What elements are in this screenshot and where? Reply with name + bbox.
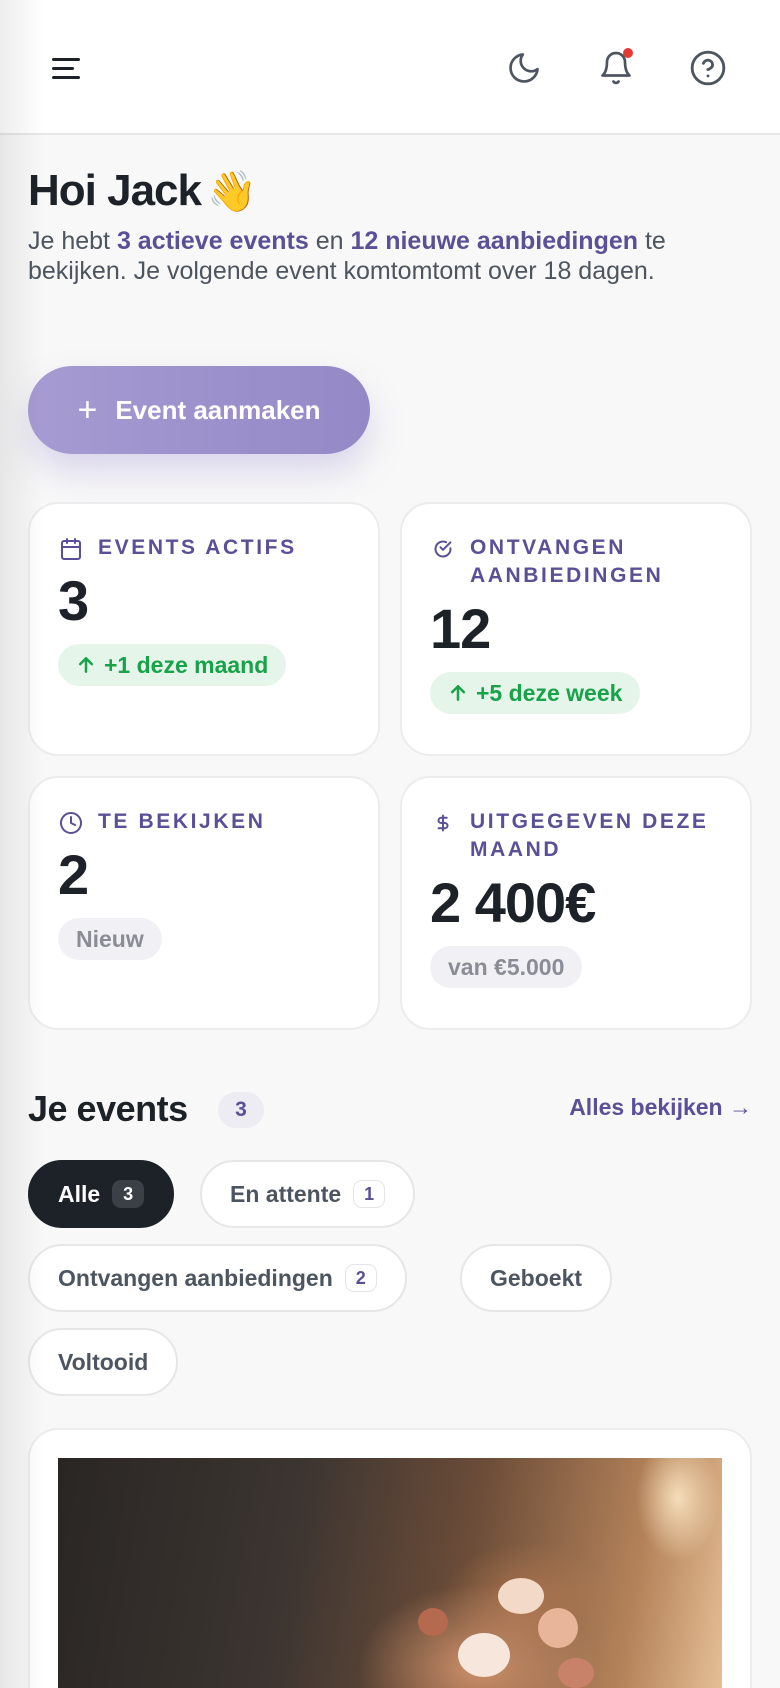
stat-card-to-review: TE BEKIJKEN 2 Nieuw [28,776,380,1030]
filter-label: Voltooid [58,1348,149,1375]
clock-icon [58,808,84,838]
moon-icon[interactable] [502,46,546,90]
create-event-label: Event aanmaken [115,394,321,425]
help-circle-icon[interactable] [686,46,730,90]
stat-badge-text: Nieuw [76,925,144,952]
filter-chip-all[interactable]: Alle 3 [28,1160,175,1228]
stat-badge-text: van €5.000 [448,953,565,980]
subtitle-text: en [308,227,351,255]
filter-chip-completed[interactable]: Voltooid [28,1328,179,1396]
create-event-button[interactable]: + Event aanmaken [28,366,370,454]
plus-icon: + [77,391,98,429]
subtitle-text: Je hebt [28,227,117,255]
events-section-title: Je events [28,1088,188,1129]
event-photo [58,1458,722,1688]
check-circle-icon [430,534,456,564]
top-bar [0,0,780,135]
stat-badge-text: +5 deze week [476,679,623,706]
stat-label: ONTVANGEN AANBIEDINGEN [470,536,664,587]
stat-card-offers-received: ONTVANGEN AANBIEDINGEN 12 +5 deze week [400,502,752,756]
stat-badge: Nieuw [58,918,162,960]
stat-value: 2 [58,843,89,906]
notification-dot [623,48,633,58]
events-count-badge: 3 [218,1092,264,1128]
filter-chip-booked[interactable]: Geboekt [460,1244,613,1312]
filter-chip-offers-received[interactable]: Ontvangen aanbiedingen 2 [28,1244,407,1312]
stat-card-spent-this-month: UITGEGEVEN DEZE MAAND 2 400€ van €5.000 [400,776,752,1030]
calendar-icon [58,534,84,564]
stat-card-active-events: EVENTS ACTIFS 3 +1 deze maand [28,502,380,756]
stat-label: TE BEKIJKEN [98,810,266,833]
new-offers-highlight: 12 nieuwe aanbiedingen [350,227,639,255]
filter-label: Ontvangen aanbiedingen [58,1264,333,1291]
stat-value: 12 [430,597,491,660]
stat-badge: +5 deze week [430,672,641,714]
filter-label: Geboekt [490,1264,583,1291]
event-card[interactable] [28,1428,752,1688]
wave-emoji: 👋 [206,170,257,214]
hamburger-menu-icon[interactable] [52,50,92,86]
filter-count: 2 [344,1264,377,1292]
filter-count: 3 [112,1180,145,1208]
dollar-icon [430,808,456,838]
active-events-highlight: 3 actieve events [116,227,309,255]
stat-value: 3 [58,569,89,632]
bouquet-flower [418,1608,448,1636]
stat-value: 2 400€ [430,871,596,934]
stat-label: UITGEGEVEN DEZE MAAND [470,810,709,861]
greeting-subtitle: Je hebt 3 actieve events en 12 nieuwe aa… [28,226,758,286]
stat-badge: van €5.000 [430,946,583,988]
greeting-title: Hoi Jack [28,166,202,215]
bouquet-flower [458,1633,510,1677]
bouquet-flower [538,1608,578,1648]
filter-count: 1 [353,1180,386,1208]
bouquet-flower [558,1658,594,1688]
filter-chip-pending[interactable]: En attente 1 [200,1160,416,1228]
see-all-link[interactable]: Alles bekijken → [569,1094,752,1121]
filter-label: Alle [58,1180,101,1207]
bell-icon[interactable] [594,46,638,90]
arrow-up-icon [450,685,466,701]
filter-label: En attente [230,1180,342,1207]
arrow-up-icon [78,657,94,673]
bouquet-flower [498,1578,544,1614]
stat-label: EVENTS ACTIFS [98,536,297,559]
stat-badge: +1 deze maand [58,644,287,686]
page-title: Hoi Jack 👋 [28,166,257,216]
stat-badge-text: +1 deze maand [104,651,269,678]
